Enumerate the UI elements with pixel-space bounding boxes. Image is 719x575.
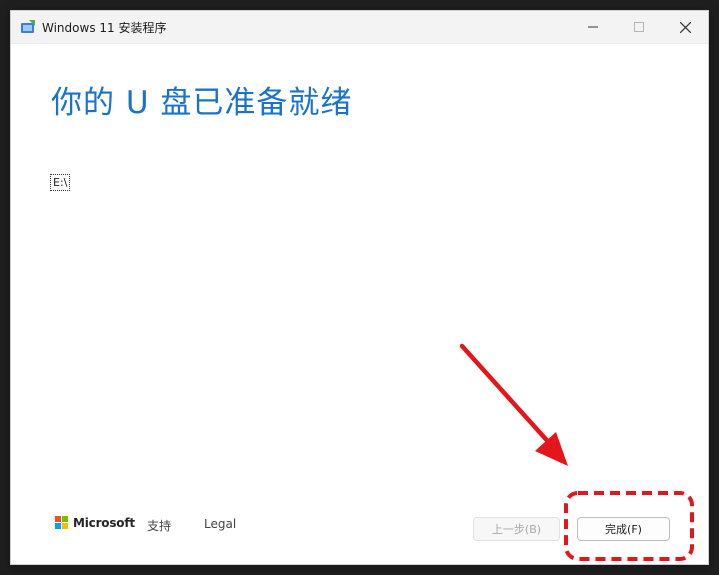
setup-window: Windows 11 安装程序 你的 U 盘已准备就绪 E:\ Microsof…	[10, 10, 709, 565]
microsoft-label: Microsoft	[73, 516, 135, 530]
close-icon	[679, 21, 691, 33]
finish-button[interactable]: 完成(F)	[577, 517, 670, 541]
drive-item[interactable]: E:\	[49, 174, 71, 191]
title-bar[interactable]: Windows 11 安装程序	[11, 11, 708, 44]
support-link[interactable]: 支持	[147, 517, 171, 534]
maximize-button[interactable]	[616, 11, 662, 43]
minimize-icon	[588, 26, 598, 28]
page-heading: 你的 U 盘已准备就绪	[51, 85, 353, 121]
close-button[interactable]	[662, 11, 708, 43]
setup-app-icon	[21, 20, 35, 33]
minimize-button[interactable]	[570, 11, 616, 43]
maximize-icon	[634, 22, 644, 32]
legal-link[interactable]: Legal	[204, 517, 236, 531]
microsoft-brand[interactable]: Microsoft	[55, 516, 135, 530]
drive-list[interactable]: E:\	[49, 171, 71, 191]
microsoft-logo-icon	[55, 516, 69, 530]
back-button[interactable]: 上一步(B)	[473, 517, 560, 541]
window-title: Windows 11 安装程序	[42, 21, 167, 35]
